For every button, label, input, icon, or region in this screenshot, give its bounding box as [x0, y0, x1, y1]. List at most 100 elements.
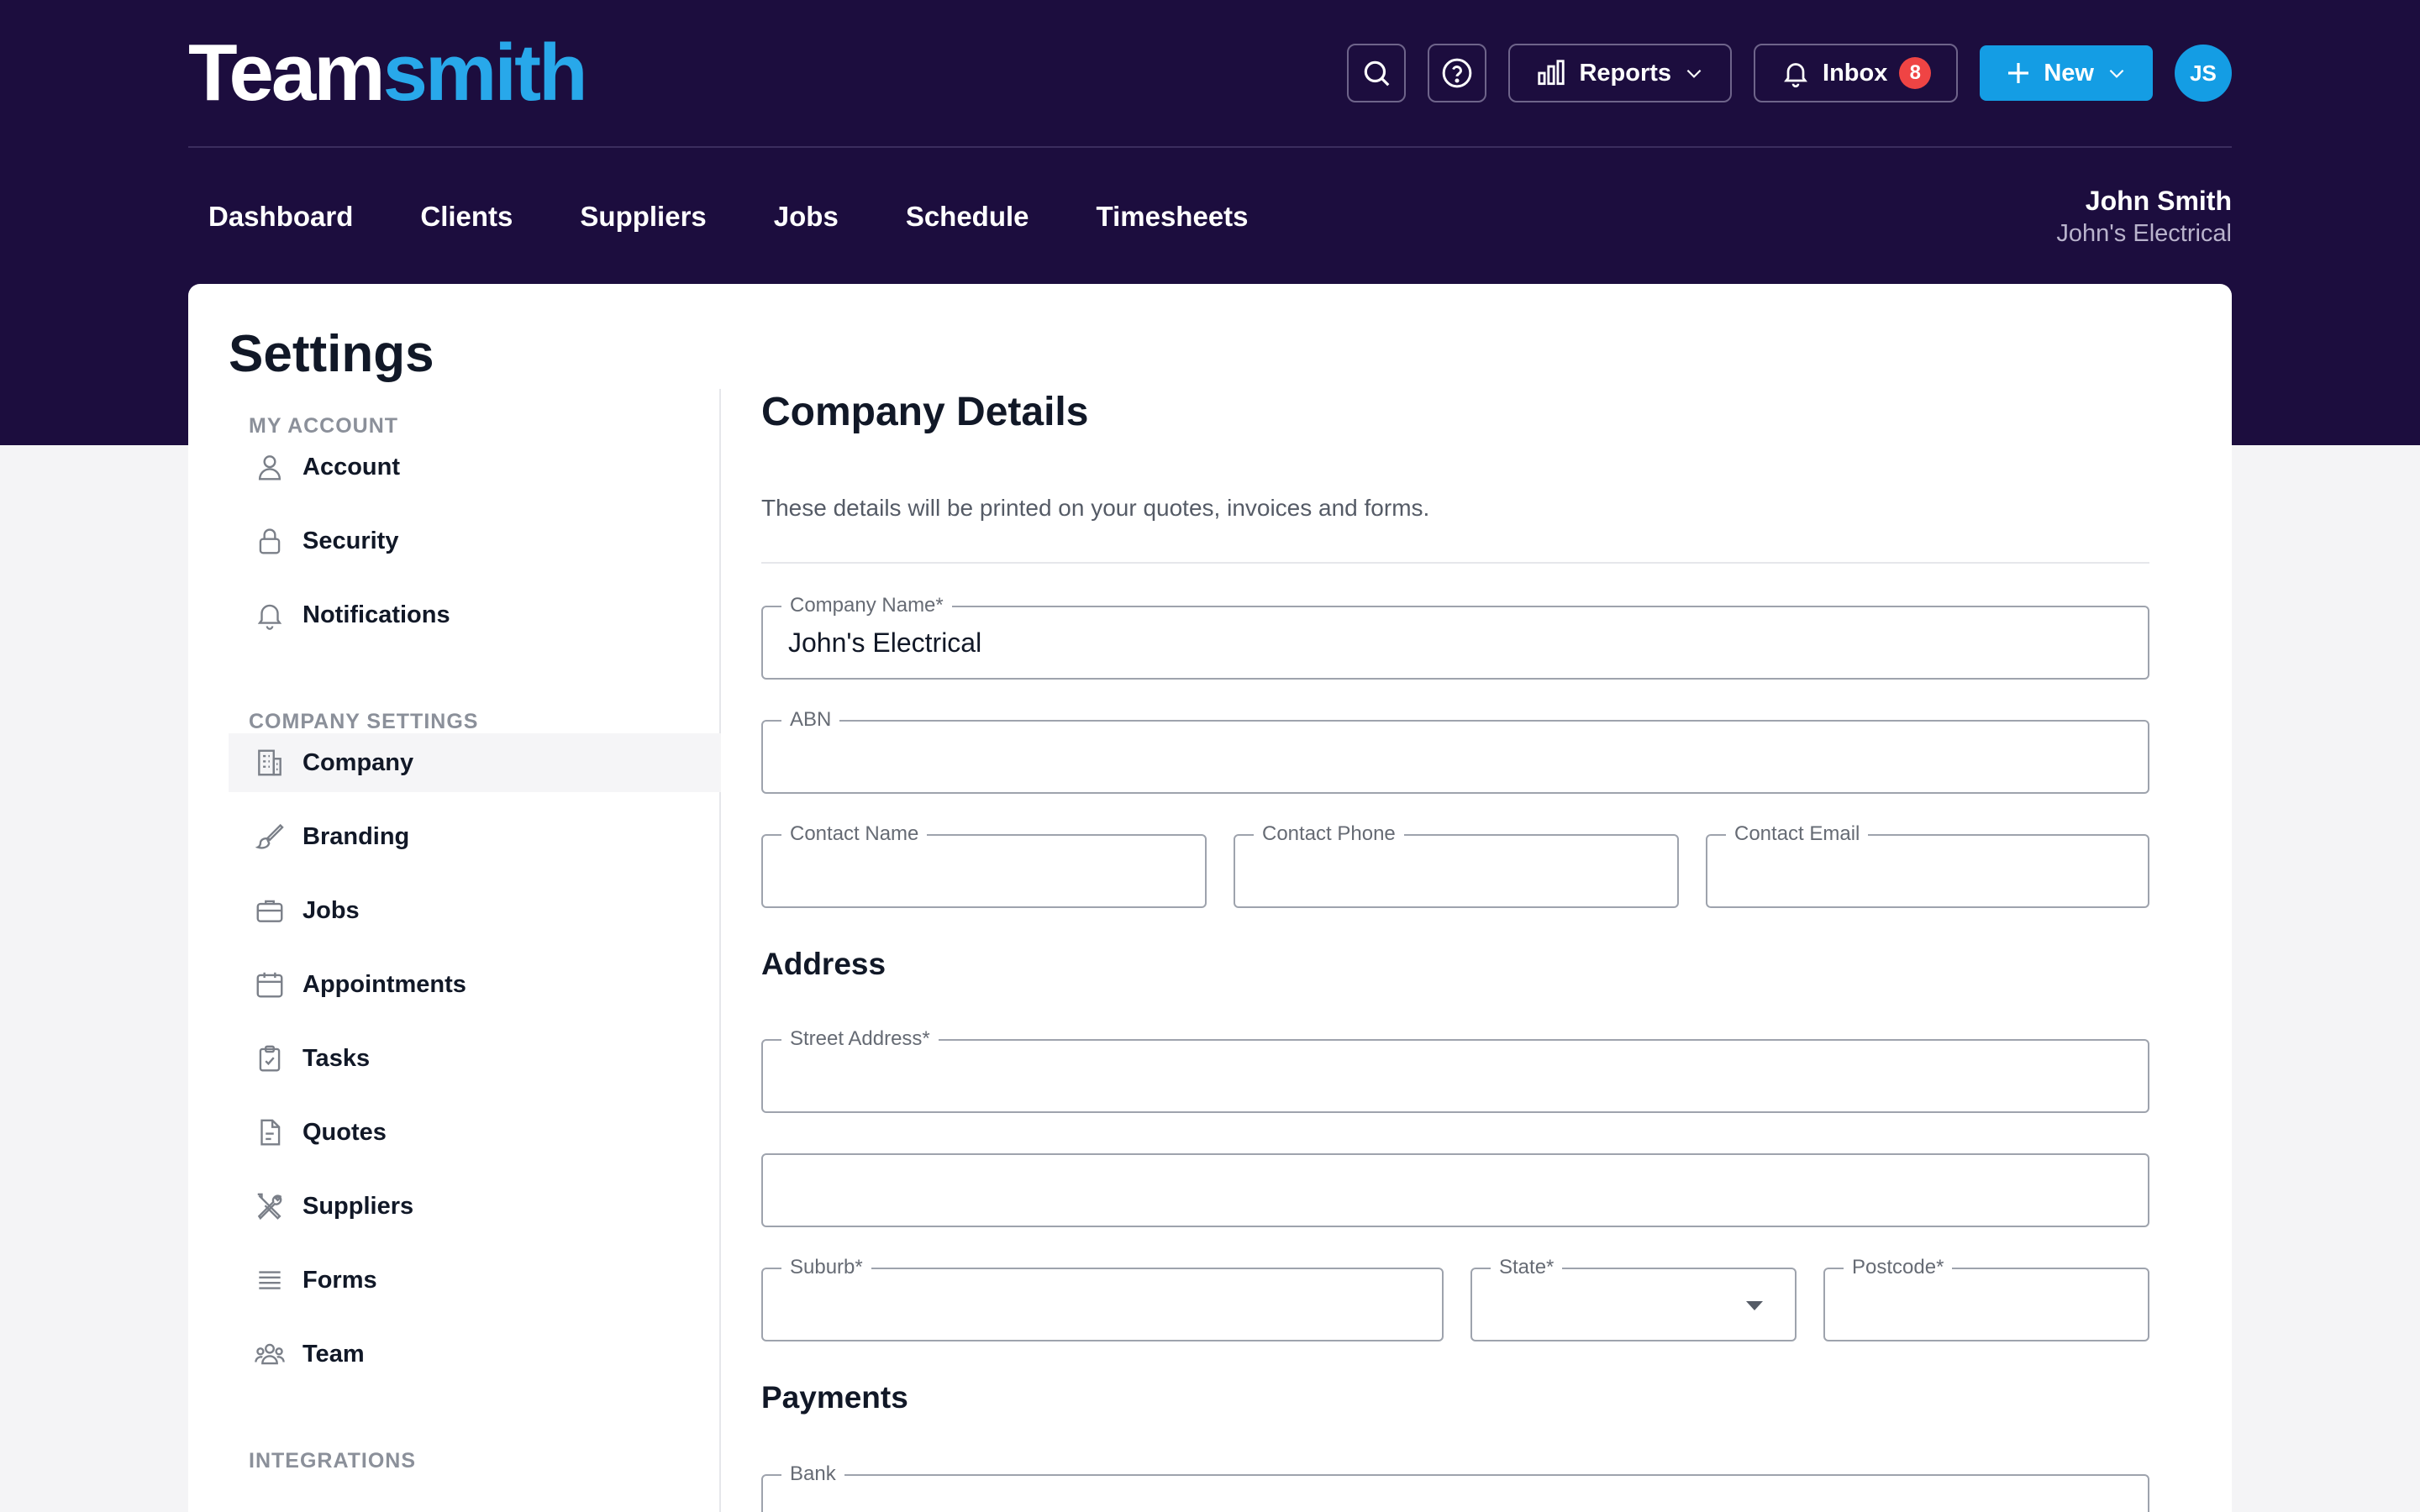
settings-sidebar: MY ACCOUNT Account Security Notification… — [229, 389, 721, 1512]
new-label: New — [2044, 59, 2094, 87]
sidebar-item-notifications[interactable]: Notifications — [229, 585, 721, 644]
sidebar-item-team[interactable]: Team — [229, 1325, 721, 1383]
search-button[interactable] — [1347, 44, 1407, 102]
suburb-field[interactable]: Suburb* — [761, 1256, 1444, 1341]
sidebar-item-label: Tasks — [302, 1044, 371, 1072]
reports-label: Reports — [1579, 59, 1672, 87]
nav-item-timesheets[interactable]: Timesheets — [1097, 201, 1249, 233]
sidebar-item-forms[interactable]: Forms — [229, 1251, 721, 1310]
section-label-integrations: INTEGRATIONS — [249, 1449, 417, 1473]
sidebar-item-tasks[interactable]: Tasks — [229, 1029, 721, 1088]
section-label-my-account: MY ACCOUNT — [249, 414, 399, 438]
chevron-down-icon — [1686, 69, 1702, 78]
contact-email-field[interactable]: Contact Email — [1706, 822, 2149, 908]
list-icon — [259, 1271, 281, 1289]
contact-phone-field[interactable]: Contact Phone — [1234, 822, 1679, 908]
main-nav: Dashboard Clients Suppliers Jobs Schedul… — [188, 150, 2232, 284]
nav-item-dashboard[interactable]: Dashboard — [208, 201, 353, 233]
company-name-field[interactable]: Company Name* John's Electrical — [761, 594, 2149, 680]
building-icon — [258, 749, 281, 776]
form-subtitle: These details will be printed on your qu… — [761, 495, 1430, 521]
clipboard-check-icon — [259, 1045, 281, 1072]
street-address-field[interactable]: Street Address* — [761, 1027, 2149, 1113]
user-info[interactable]: John Smith John's Electrical — [2056, 186, 2232, 248]
form-title: Company Details — [761, 390, 1089, 434]
inbox-button[interactable]: Inbox 8 — [1754, 44, 1959, 102]
postcode-label: Postcode* — [1844, 1256, 1953, 1279]
sidebar-item-account[interactable]: Account — [229, 438, 721, 496]
user-name: John Smith — [2085, 186, 2232, 216]
settings-card: Settings MY ACCOUNT Account Security Not… — [188, 284, 2232, 1512]
street-address-line2-field[interactable] — [761, 1153, 2149, 1227]
search-icon — [1365, 60, 1390, 87]
nav-item-clients[interactable]: Clients — [420, 201, 513, 233]
sidebar-item-label: Branding — [302, 822, 410, 850]
payments-heading: Payments — [761, 1380, 908, 1415]
bank-label: Bank — [781, 1462, 844, 1486]
abn-field[interactable]: ABN — [761, 708, 2149, 794]
lock-icon — [259, 528, 281, 554]
sidebar-item-label: Jobs — [302, 896, 360, 924]
inbox-label: Inbox — [1823, 59, 1888, 87]
sidebar-item-security[interactable]: Security — [229, 512, 721, 570]
address-heading: Address — [761, 947, 886, 981]
help-button[interactable] — [1428, 44, 1487, 102]
help-icon — [1443, 58, 1472, 88]
bell-icon — [1784, 63, 1807, 88]
sidebar-item-appointments[interactable]: Appointments — [229, 955, 721, 1014]
caret-down-icon — [1746, 1301, 1763, 1310]
top-header: Teamsmith Reports Inbox 8 New JS — [188, 0, 2232, 148]
suburb-label: Suburb* — [781, 1256, 871, 1279]
sidebar-item-label: Notifications — [302, 601, 450, 628]
bell-icon — [257, 604, 282, 630]
sidebar-item-label: Account — [302, 453, 400, 480]
sidebar-item-label: Appointments — [302, 970, 466, 998]
new-button[interactable]: New — [1980, 45, 2153, 101]
sidebar-item-suppliers[interactable]: Suppliers — [229, 1177, 721, 1236]
abn-label: ABN — [781, 708, 840, 732]
nav-item-jobs[interactable]: Jobs — [774, 201, 839, 233]
reports-button[interactable]: Reports — [1508, 44, 1733, 102]
brush-icon — [255, 823, 284, 849]
contact-email-label: Contact Email — [1726, 822, 1869, 846]
user-icon — [258, 455, 281, 480]
sidebar-item-branding[interactable]: Branding — [229, 807, 721, 866]
team-icon — [255, 1343, 285, 1365]
header-actions: Reports Inbox 8 New JS — [1347, 44, 2232, 102]
plus-icon — [2008, 63, 2029, 83]
user-avatar[interactable]: JS — [2175, 45, 2232, 102]
divider — [761, 562, 2149, 564]
sidebar-item-quotes[interactable]: Quotes — [229, 1103, 721, 1162]
contact-name-label: Contact Name — [781, 822, 928, 846]
contact-phone-label: Contact Phone — [1254, 822, 1404, 846]
sidebar-item-company[interactable]: Company — [229, 733, 721, 792]
section-label-company-settings: COMPANY SETTINGS — [249, 710, 479, 733]
sidebar-item-label: Security — [302, 527, 399, 554]
nav-item-schedule[interactable]: Schedule — [906, 201, 1029, 233]
state-label: State* — [1491, 1256, 1563, 1279]
user-company: John's Electrical — [2056, 220, 2232, 247]
nav-items: Dashboard Clients Suppliers Jobs Schedul… — [188, 201, 1249, 233]
tools-icon — [257, 1193, 282, 1221]
nav-item-suppliers[interactable]: Suppliers — [580, 201, 706, 233]
contact-name-field[interactable]: Contact Name — [761, 822, 1207, 908]
postcode-field[interactable]: Postcode* — [1823, 1256, 2149, 1341]
company-name-label: Company Name* — [781, 594, 952, 617]
calendar-icon — [256, 972, 283, 998]
state-select[interactable]: State* — [1470, 1256, 1797, 1341]
sidebar-item-label: Company — [302, 748, 414, 776]
sidebar-item-label: Suppliers — [302, 1192, 414, 1220]
briefcase-icon — [256, 900, 283, 922]
sidebar-item-jobs[interactable]: Jobs — [229, 881, 721, 940]
bar-chart-icon — [1538, 60, 1565, 86]
chevron-down-icon — [2109, 69, 2124, 78]
sidebar-item-label: Quotes — [302, 1118, 387, 1146]
page-title: Settings — [229, 325, 434, 383]
teamsmith-logo[interactable]: Teamsmith — [188, 33, 588, 113]
company-name-value: John's Electrical — [788, 627, 982, 658]
street-address-label: Street Address* — [781, 1027, 939, 1051]
sidebar-item-label: Forms — [302, 1266, 377, 1294]
sidebar-item-label: Team — [302, 1340, 365, 1368]
bank-field[interactable]: Bank — [761, 1462, 2149, 1512]
document-icon — [260, 1119, 281, 1146]
